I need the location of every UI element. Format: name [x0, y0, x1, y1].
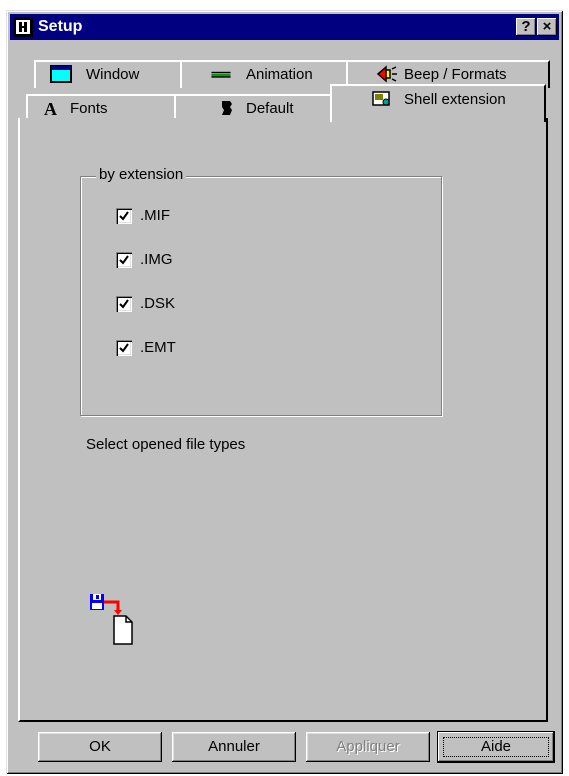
- tab-window-label: Window: [86, 66, 140, 83]
- checkbox-emt[interactable]: [116, 340, 132, 356]
- check-icon: [119, 255, 129, 265]
- svg-text:A: A: [44, 99, 57, 117]
- window-title: Setup: [38, 18, 83, 35]
- tab-shell-extension[interactable]: Shell extension: [330, 84, 546, 122]
- tab-animation[interactable]: Animation: [180, 60, 348, 88]
- app-icon: [13, 17, 33, 37]
- checkbox-emt-label[interactable]: .EMT: [140, 339, 176, 356]
- font-icon: A: [44, 99, 57, 117]
- help-title-button[interactable]: ?: [516, 18, 536, 36]
- checkbox-dsk-label[interactable]: .DSK: [140, 295, 175, 312]
- tab-shell-extension-label: Shell extension: [404, 91, 506, 108]
- groupbox-legend: by extension: [96, 166, 187, 183]
- checkbox-dsk[interactable]: [116, 296, 132, 312]
- disk-to-file-icon: [90, 594, 133, 645]
- ok-button[interactable]: OK: [38, 732, 162, 762]
- hint-text: Select opened file types: [86, 436, 246, 453]
- check-icon: [119, 211, 129, 221]
- focus-rect: [443, 737, 549, 757]
- default-icon: [222, 101, 232, 115]
- checkbox-img[interactable]: [116, 252, 132, 268]
- tab-window[interactable]: Window: [34, 60, 182, 88]
- title-bar[interactable]: Setup ? ×: [10, 14, 559, 40]
- apply-button[interactable]: Appliquer: [306, 732, 430, 762]
- tab-default-label: Default: [246, 100, 294, 117]
- animation-icon: [211, 71, 231, 78]
- check-icon: [119, 299, 129, 309]
- check-icon: [119, 343, 129, 353]
- extension-groupbox: [80, 176, 442, 416]
- help-button[interactable]: Aide: [438, 732, 554, 762]
- speaker-icon: [376, 65, 397, 83]
- shell-extension-icon: [372, 91, 390, 106]
- checkbox-img-label[interactable]: .IMG: [140, 251, 173, 268]
- close-button[interactable]: ×: [537, 18, 557, 36]
- tab-default[interactable]: Default: [174, 94, 334, 120]
- tab-fonts[interactable]: A Fonts: [26, 94, 176, 120]
- tab-beep-formats-label: Beep / Formats: [404, 66, 507, 83]
- tab-fonts-label: Fonts: [70, 100, 108, 117]
- window-icon: [50, 65, 72, 83]
- tab-animation-label: Animation: [246, 66, 313, 83]
- checkbox-mif-label[interactable]: .MIF: [140, 207, 170, 224]
- cancel-button[interactable]: Annuler: [172, 732, 296, 762]
- checkbox-mif[interactable]: [116, 208, 132, 224]
